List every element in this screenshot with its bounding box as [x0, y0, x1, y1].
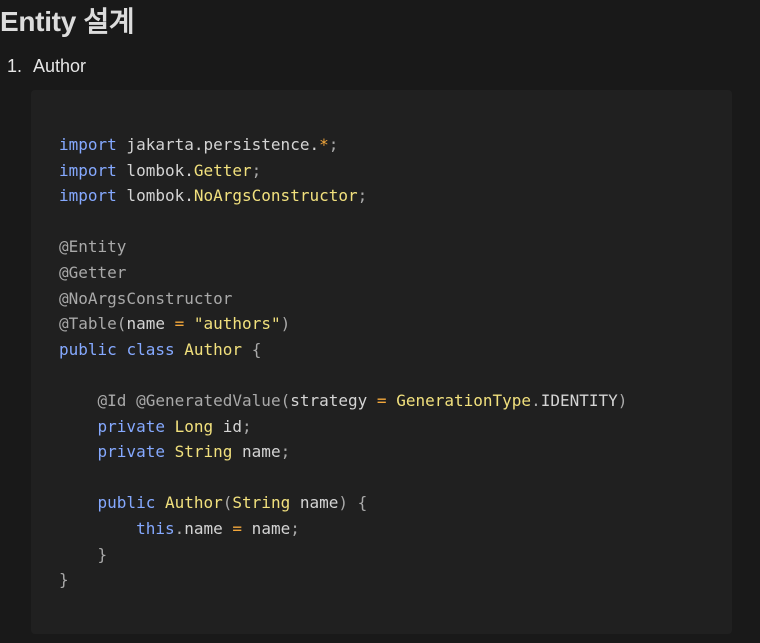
code-line: @Entity	[59, 234, 627, 260]
code-line: import lombok.Getter;	[59, 158, 627, 184]
code-line: @Table(name = "authors")	[59, 311, 627, 337]
code-punctuation: ;	[280, 442, 291, 462]
code-text: name	[290, 493, 339, 513]
code-punctuation: ;	[242, 416, 252, 436]
code-string: "authors"	[193, 314, 281, 334]
code-class-name: Author	[164, 493, 223, 513]
code-text: lombok.	[116, 160, 194, 180]
code-text: name	[126, 314, 175, 334]
code-line: }	[59, 542, 627, 568]
code-line: @Id @GeneratedValue(strategy = Generatio…	[59, 388, 628, 414]
code-annotation: @Getter	[59, 262, 127, 282]
code-class-name: Getter	[193, 160, 252, 180]
code-content[interactable]: import jakarta.persistence.*; import lomb…	[59, 132, 627, 593]
code-keyword: import	[59, 135, 117, 154]
code-class-name: Author	[184, 339, 243, 359]
code-text: jakarta.persistence.	[116, 135, 320, 154]
code-keyword: this	[136, 518, 175, 538]
code-punctuation: )	[617, 390, 628, 410]
code-block[interactable]: import jakarta.persistence.*; import lomb…	[31, 90, 732, 634]
numbered-list-item-author: 1. Author	[7, 54, 86, 78]
code-annotation: @NoArgsConstructor	[59, 288, 233, 308]
list-item-label: Author	[33, 56, 87, 76]
code-punctuation: ;	[251, 160, 262, 180]
code-punctuation: (	[222, 493, 233, 513]
code-class-name: NoArgsConstructor	[193, 186, 358, 206]
code-line: private Long id;	[59, 414, 627, 440]
code-line: @Getter	[59, 260, 627, 286]
code-keyword: class	[126, 339, 175, 359]
code-class-name: String	[174, 442, 233, 462]
code-punctuation: (	[116, 314, 127, 334]
code-operator: =	[174, 314, 185, 334]
code-annotation: @Table	[59, 314, 117, 334]
code-class-name: GenerationType	[396, 390, 532, 410]
code-punctuation: {	[251, 339, 262, 359]
code-line: this.name = name;	[59, 516, 627, 542]
code-text: IDENTITY	[540, 390, 618, 410]
code-punctuation: ;	[328, 135, 339, 154]
code-punctuation: {	[357, 493, 368, 513]
code-text: name	[184, 518, 233, 538]
code-line: public Author(String name) {	[59, 490, 627, 516]
code-line: public class Author {	[59, 337, 627, 363]
code-punctuation: .	[531, 390, 541, 410]
code-line: @NoArgsConstructor	[59, 286, 627, 312]
code-keyword: import	[59, 186, 117, 206]
code-keyword: private	[97, 416, 165, 436]
code-text: name	[242, 518, 291, 538]
code-punctuation: (	[280, 390, 291, 410]
code-keyword: public	[97, 493, 156, 513]
code-text: strategy	[290, 390, 377, 410]
code-operator: *	[319, 135, 329, 154]
code-class-name: Long	[174, 416, 214, 436]
code-line: import jakarta.persistence.*;	[59, 132, 627, 158]
list-item-number: 1.	[7, 56, 23, 76]
code-text: lombok.	[116, 186, 194, 206]
code-annotation: @Entity	[59, 237, 127, 257]
code-punctuation: )	[280, 314, 291, 334]
code-annotation: @GeneratedValue	[136, 390, 281, 410]
code-class-name: String	[232, 493, 291, 513]
code-operator: =	[376, 390, 387, 410]
code-punctuation: ;	[290, 518, 300, 538]
code-line: }	[59, 567, 627, 593]
page-heading: Entity 설계	[0, 6, 135, 37]
code-punctuation: .	[174, 518, 185, 538]
code-annotation: @Id	[97, 390, 127, 410]
code-text: id	[213, 416, 243, 436]
code-keyword: public	[59, 339, 117, 359]
code-line: import lombok.NoArgsConstructor;	[59, 183, 627, 209]
code-line: private String name;	[59, 439, 627, 465]
code-punctuation: }	[59, 570, 69, 590]
code-keyword: import	[59, 160, 117, 180]
code-keyword: private	[97, 442, 165, 462]
code-operator: =	[232, 518, 243, 538]
code-text: name	[232, 442, 281, 462]
code-punctuation: )	[338, 493, 349, 513]
code-punctuation: ;	[357, 186, 368, 206]
code-punctuation: }	[97, 544, 108, 564]
